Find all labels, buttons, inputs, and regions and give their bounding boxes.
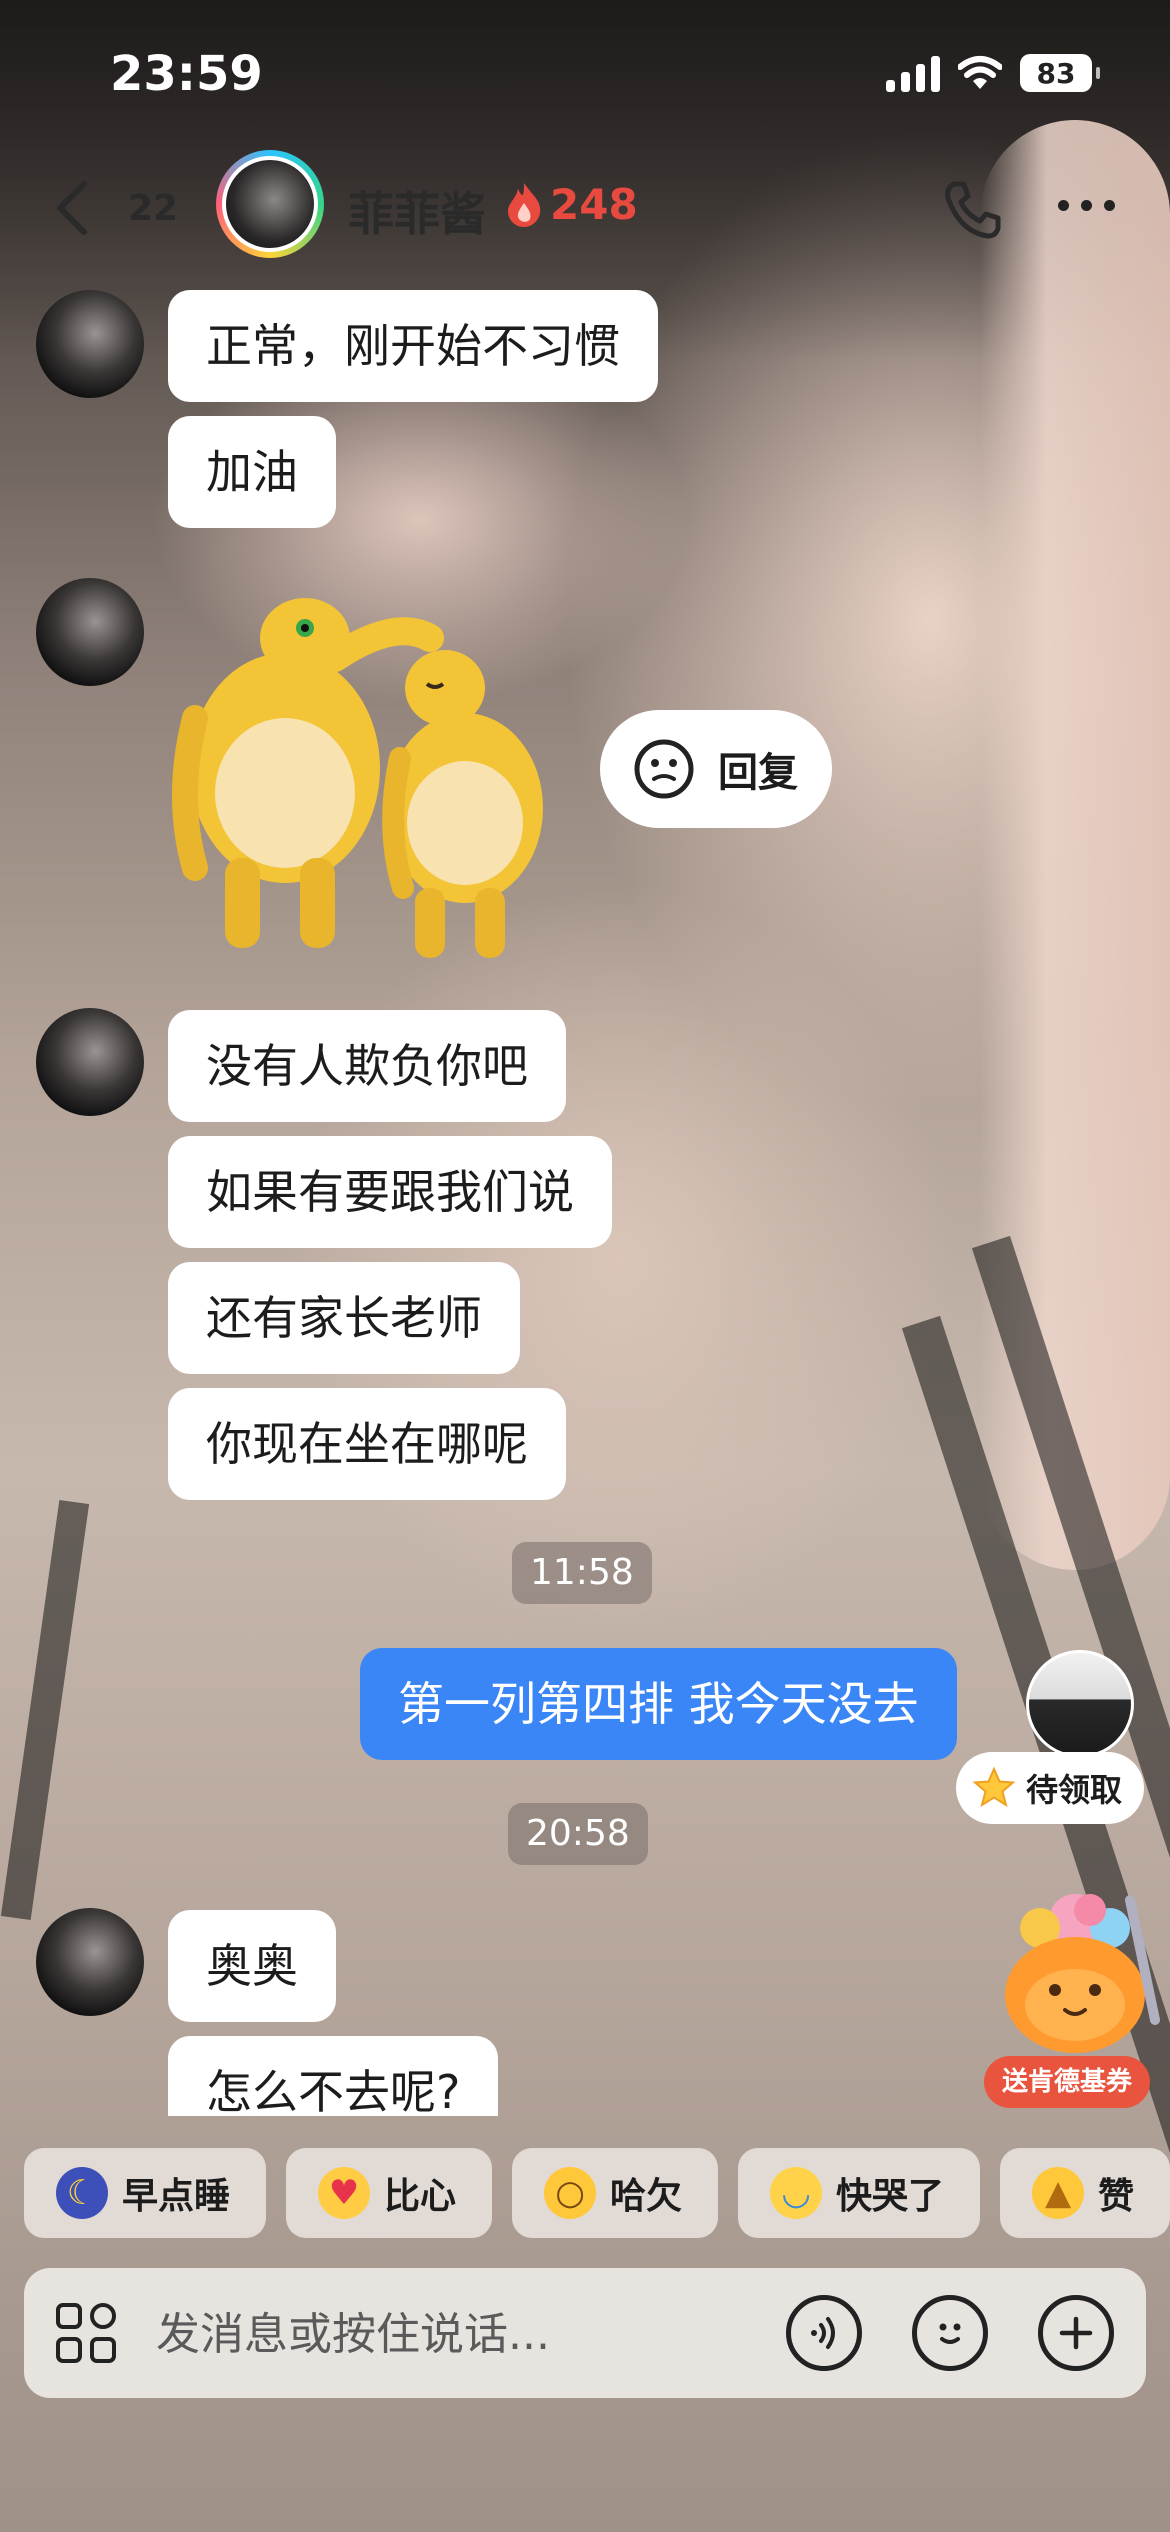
sticker-yellow-creatures[interactable] (165, 568, 565, 968)
message-bubble-incoming[interactable]: 加油 (168, 416, 336, 528)
message-input[interactable] (154, 2296, 778, 2372)
phone-call-icon[interactable] (940, 178, 1004, 242)
chat-screen: 23:59 83 22 菲菲酱 248 正常，刚开始不习惯 加油 回复 没有人欺… (0, 0, 1170, 2532)
teary-face-icon: ◡ (770, 2167, 823, 2219)
spark-badge[interactable]: 248 (502, 180, 638, 229)
contact-avatar-small[interactable] (36, 1908, 144, 2016)
contact-name[interactable]: 菲菲酱 (348, 178, 486, 244)
heart-hand-icon: ♥ (318, 2167, 371, 2219)
contact-avatar-small[interactable] (36, 290, 144, 398)
moon-sleep-icon: ☾ (56, 2167, 108, 2219)
quick-reply-bar: ☾ 早点睡 ♥ 比心 ○ 哈欠 ◡ 快哭了 ▲ 赞 (24, 2148, 1170, 2238)
message-bubble-outgoing[interactable]: 第一列第四排 我今天没去 (360, 1648, 957, 1760)
message-bubble-incoming[interactable]: 奥奥 (168, 1910, 336, 2022)
message-bubble-incoming[interactable]: 没有人欺负你吧 (168, 1010, 566, 1122)
yawn-face-icon: ○ (544, 2167, 597, 2219)
wifi-icon (958, 56, 1002, 89)
quick-reply-yawn[interactable]: ○ 哈欠 (512, 2148, 719, 2238)
quick-reply-label: 哈欠 (610, 2176, 683, 2217)
quick-reply-label: 比心 (384, 2176, 457, 2217)
apps-grid-icon[interactable] (54, 2301, 118, 2365)
contact-avatar-small[interactable] (36, 1008, 144, 1116)
reply-button[interactable]: 回复 (600, 710, 832, 828)
voice-wave-icon (811, 2317, 835, 2349)
quick-reply-label: 快哭了 (836, 2176, 945, 2217)
background-photo-stripe (0, 1499, 90, 1921)
quick-reply-label: 赞 (1098, 2176, 1135, 2217)
back-arrow-icon[interactable] (48, 178, 98, 238)
cellular-signal-icon (886, 54, 940, 92)
contact-avatar-small[interactable] (36, 578, 144, 686)
more-options-icon[interactable] (1058, 190, 1128, 220)
reward-pending-button[interactable]: 待领取 (956, 1752, 1145, 1824)
chat-header: 22 菲菲酱 248 (0, 150, 1170, 260)
timestamp: 11:58 (512, 1542, 652, 1604)
status-icons: 83 (886, 54, 1100, 92)
thumbs-up-icon: ▲ (1032, 2167, 1085, 2219)
message-bubble-incoming[interactable]: 正常，刚开始不习惯 (168, 290, 658, 402)
message-bubble-incoming[interactable]: 怎么不去呢? (168, 2036, 499, 2116)
kfc-coupon-label[interactable]: 送肯德基券 (984, 2056, 1151, 2108)
message-bubble-incoming[interactable]: 还有家长老师 (168, 1262, 520, 1374)
spark-count: 248 (550, 180, 638, 229)
star-icon (972, 1766, 1016, 1808)
add-more-button[interactable] (1038, 2295, 1114, 2371)
status-time: 23:59 (110, 46, 263, 102)
reward-label: 待领取 (1026, 1771, 1123, 1809)
quick-reply-about-to-cry[interactable]: ◡ 快哭了 (738, 2148, 981, 2238)
emoji-button[interactable] (912, 2295, 988, 2371)
message-bubble-incoming[interactable]: 你现在坐在哪呢 (168, 1388, 566, 1500)
smiley-icon (939, 2323, 961, 2344)
quick-reply-label: 早点睡 (122, 2176, 231, 2217)
self-avatar[interactable] (1026, 1650, 1134, 1758)
plus-icon (1059, 2316, 1093, 2350)
quick-reply-like[interactable]: ▲ 赞 (1000, 2148, 1170, 2238)
unread-count[interactable]: 22 (128, 188, 178, 229)
spark-flame-icon (508, 182, 541, 227)
message-bubble-incoming[interactable]: 如果有要跟我们说 (168, 1136, 612, 1248)
contact-avatar[interactable] (216, 150, 324, 258)
timestamp: 20:58 (508, 1803, 648, 1865)
quick-reply-heart[interactable]: ♥ 比心 (286, 2148, 493, 2238)
reply-label: 回复 (718, 750, 798, 796)
battery-indicator: 83 (1020, 54, 1100, 92)
voice-button[interactable] (786, 2295, 862, 2371)
kfc-mascot-icon[interactable] (980, 1860, 1170, 2060)
message-input-bar (24, 2268, 1146, 2398)
quick-reply-early-sleep[interactable]: ☾ 早点睡 (24, 2148, 267, 2238)
smiley-icon (634, 739, 694, 799)
